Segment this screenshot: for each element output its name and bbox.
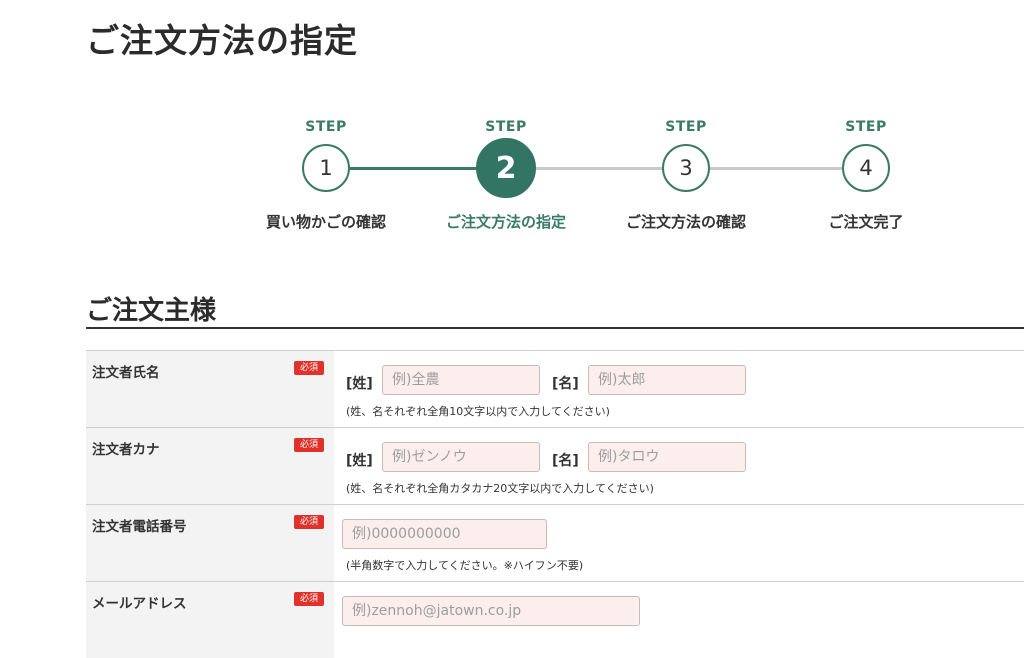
field-label-phone: 注文者電話番号 bbox=[92, 519, 187, 535]
first-name-input[interactable] bbox=[588, 365, 746, 395]
field-area-phone: (半角数字で入力してください。※ハイフン不要) bbox=[340, 505, 1024, 581]
step-2-step-label: STEP bbox=[485, 119, 527, 135]
label-cell: 注文者電話番号 必須 bbox=[86, 505, 334, 581]
field-area-email bbox=[340, 582, 1024, 658]
step-3-circle: 3 bbox=[662, 144, 710, 192]
last-kana-bracket: [姓] bbox=[346, 453, 373, 469]
section-divider bbox=[86, 327, 1024, 329]
required-badge: 必須 bbox=[294, 438, 324, 452]
step-4-name: ご注文完了 bbox=[828, 213, 904, 231]
field-label-email: メールアドレス bbox=[92, 596, 187, 612]
field-label-kana: 注文者カナ bbox=[92, 442, 160, 458]
first-kana-input[interactable] bbox=[588, 442, 746, 472]
last-name-input[interactable] bbox=[382, 365, 540, 395]
step-1-step-label: STEP bbox=[305, 119, 347, 135]
form-row-name: 注文者氏名 必須 [姓] [名] (姓、名それぞれ全角10文字以内で入力してくだ… bbox=[86, 350, 1024, 427]
form-row-email: メールアドレス 必須 bbox=[86, 581, 1024, 658]
form-row-phone: 注文者電話番号 必須 (半角数字で入力してください。※ハイフン不要) bbox=[86, 504, 1024, 581]
required-badge: 必須 bbox=[294, 592, 324, 606]
first-kana-bracket: [名] bbox=[552, 453, 579, 469]
phone-input-note: (半角数字で入力してください。※ハイフン不要) bbox=[346, 559, 584, 572]
field-label-name: 注文者氏名 bbox=[92, 365, 160, 381]
step-3-name: ご注文方法の確認 bbox=[625, 213, 746, 231]
step-4-circle: 4 bbox=[842, 144, 890, 192]
first-name-bracket: [名] bbox=[552, 376, 579, 392]
required-badge: 必須 bbox=[294, 515, 324, 529]
step-1-circle: 1 bbox=[302, 144, 350, 192]
phone-input[interactable] bbox=[342, 519, 547, 549]
kana-input-note: (姓、名それぞれ全角カタカナ20文字以内で入力してください) bbox=[346, 482, 654, 495]
last-kana-input[interactable] bbox=[382, 442, 540, 472]
field-area-kana: [姓] [名] (姓、名それぞれ全角カタカナ20文字以内で入力してください) bbox=[340, 428, 1024, 504]
email-input[interactable] bbox=[342, 596, 640, 626]
step-2-name: ご注文方法の指定 bbox=[445, 213, 566, 231]
step-3-step-label: STEP bbox=[665, 119, 707, 135]
section-title-orderer: ご注文主様 bbox=[86, 296, 217, 326]
step-4-step-label: STEP bbox=[845, 119, 887, 135]
step-1-name: 買い物かごの確認 bbox=[265, 213, 386, 231]
order-stepper: STEP 1 買い物かごの確認 STEP 2 ご注文方法の指定 STEP 3 ご… bbox=[0, 0, 1024, 260]
orderer-form: 注文者氏名 必須 [姓] [名] (姓、名それぞれ全角10文字以内で入力してくだ… bbox=[86, 350, 1024, 658]
label-cell: 注文者カナ 必須 bbox=[86, 428, 334, 504]
form-row-kana: 注文者カナ 必須 [姓] [名] (姓、名それぞれ全角カタカナ20文字以内で入力… bbox=[86, 427, 1024, 504]
label-cell: 注文者氏名 必須 bbox=[86, 351, 334, 427]
label-cell: メールアドレス 必須 bbox=[86, 582, 334, 658]
name-input-note: (姓、名それぞれ全角10文字以内で入力してください) bbox=[346, 405, 610, 418]
step-2-circle-active: 2 bbox=[476, 138, 536, 198]
last-name-bracket: [姓] bbox=[346, 376, 373, 392]
required-badge: 必須 bbox=[294, 361, 324, 375]
field-area-name: [姓] [名] (姓、名それぞれ全角10文字以内で入力してください) bbox=[340, 351, 1024, 427]
